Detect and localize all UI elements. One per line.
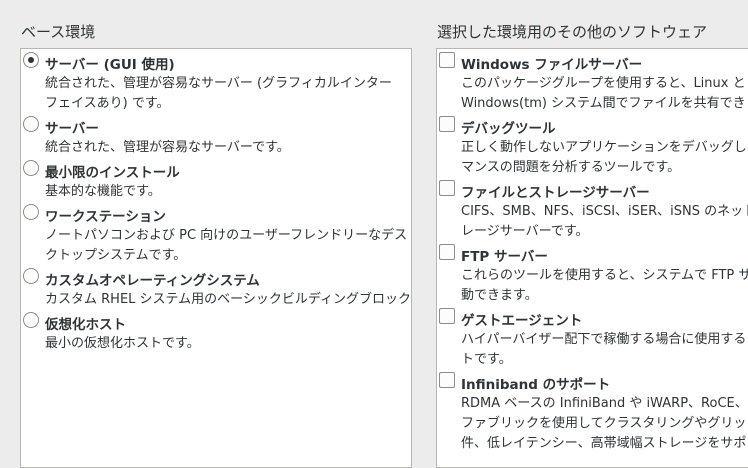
radio-button[interactable] <box>23 116 39 132</box>
addons-title: 選択した環境用のその他のソフトウェア <box>437 23 708 41</box>
env-option-description: ノートパソコンおよび PC 向けのユーザーフレンドリーなデス クトップシステムで… <box>45 228 408 263</box>
checkbox[interactable] <box>439 372 455 388</box>
env-option-name: サーバー (GUI 使用) <box>45 57 175 73</box>
env-option-name: 仮想化ホスト <box>45 317 126 333</box>
radio-button[interactable] <box>23 268 39 284</box>
addon-description: これらのツールを使用すると、システムで FTP サ 動できます。 <box>461 268 748 303</box>
radio-button[interactable] <box>23 312 39 328</box>
checkbox[interactable] <box>439 244 455 260</box>
addon-description: ハイパーバイザー配下で稼働する場合に使用する トです。 <box>461 332 747 367</box>
checkbox[interactable] <box>439 180 455 196</box>
env-option-name: サーバー <box>45 121 99 137</box>
addon-description: RDMA ベースの InfiniBand や iWARP、RoCE、お ファブリ… <box>461 396 748 451</box>
addons-list[interactable]: Windows ファイルサーバー このパッケージグループを使用すると、Linux… <box>436 48 748 468</box>
addon-name: ファイルとストレージサーバー <box>461 185 650 201</box>
env-option-name: カスタムオペレーティングシステム <box>45 273 260 289</box>
radio-button[interactable] <box>23 160 39 176</box>
env-option-description: 統合された、管理が容易なサーバー (グラフィカルインター フェイスあり) です。 <box>45 76 392 111</box>
checkbox[interactable] <box>439 308 455 324</box>
base-environment-list[interactable]: サーバー (GUI 使用) 統合された、管理が容易なサーバー (グラフィカルイン… <box>20 48 412 468</box>
addon-name: FTP サーバー <box>461 249 548 265</box>
addon-description: このパッケージグループを使用すると、Linux と M Windows(tm) … <box>461 76 748 111</box>
env-option-description: カスタム RHEL システム用のベーシックビルディングブロック <box>45 292 411 307</box>
addon-name: ゲストエージェント <box>461 313 583 329</box>
addon-name: Infiniband のサポート <box>461 377 611 393</box>
addon-name: Windows ファイルサーバー <box>461 57 643 73</box>
checkbox[interactable] <box>439 116 455 132</box>
addon-description: CIFS、SMB、NFS、iSCSI、iSER、iSNS のネット レージサーバ… <box>461 204 748 239</box>
radio-button[interactable] <box>23 52 39 68</box>
env-option-description: 最小の仮想化ホストです。 <box>45 336 200 351</box>
env-option-description: 統合された、管理が容易なサーバーです。 <box>45 140 290 155</box>
base-environment-title: ベース環境 <box>21 23 96 41</box>
checkbox[interactable] <box>439 52 455 68</box>
env-option-description: 基本的な機能です。 <box>45 184 161 199</box>
env-option-name: ワークステーション <box>45 209 166 225</box>
radio-button[interactable] <box>23 204 39 220</box>
addon-description: 正しく動作しないアプリケーションをデバッグし マンスの問題を分析するツールです。 <box>461 140 747 175</box>
env-option-name: 最小限のインストール <box>45 165 180 181</box>
addon-name: デバッグツール <box>461 121 556 137</box>
